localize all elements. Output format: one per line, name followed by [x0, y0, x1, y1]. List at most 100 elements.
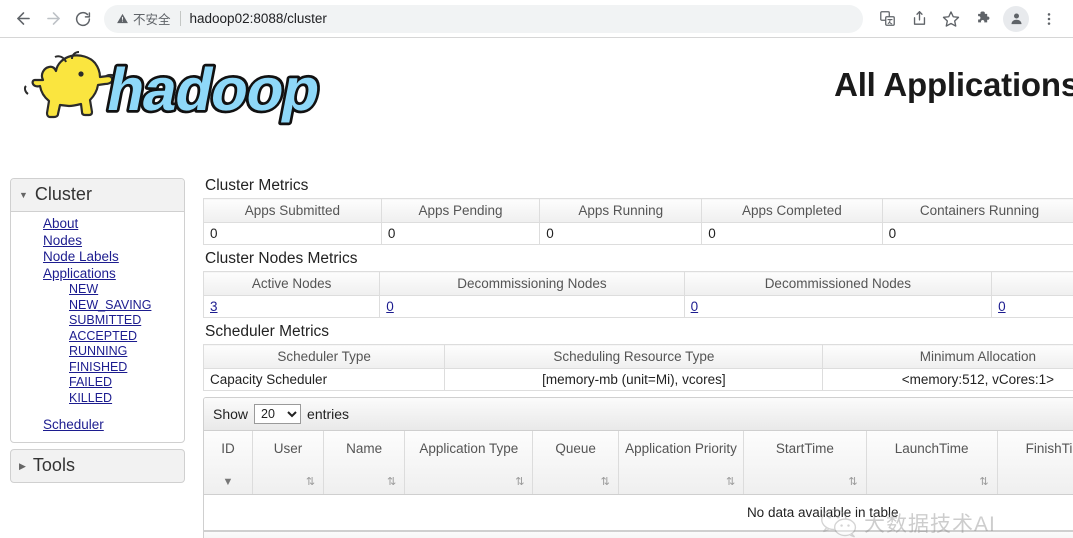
applications-table-block: Show 20 50 100 entries ID ▼ User ⇅ Name ⇅	[203, 397, 1073, 538]
back-arrow-icon[interactable]	[8, 4, 38, 34]
decommissioned-nodes-link[interactable]: 0	[691, 299, 699, 314]
sidebar-cluster-links: About Nodes Node Labels Applications NEW…	[11, 212, 184, 442]
profile-avatar-icon[interactable]	[1003, 6, 1029, 32]
entries-label: entries	[307, 406, 349, 422]
sidebar-item-finished[interactable]: FINISHED	[11, 360, 184, 376]
cell-decommissioning-nodes: 0	[380, 296, 684, 318]
col-application-type[interactable]: Application Type ⇅	[405, 431, 533, 495]
cluster-metrics-table: Apps Submitted Apps Pending Apps Running…	[203, 198, 1073, 245]
reload-icon[interactable]	[68, 4, 98, 34]
cluster-metrics-title: Cluster Metrics	[205, 176, 1073, 196]
table-header-row: Apps Submitted Apps Pending Apps Running…	[204, 199, 1073, 223]
browser-actions	[871, 5, 1065, 33]
hadoop-logo[interactable]: hadoop	[10, 40, 330, 132]
sidebar-item-applications[interactable]: Applications	[11, 266, 184, 283]
applications-table: ID ▼ User ⇅ Name ⇅ Application Type ⇅ Queue⇅…	[204, 431, 1073, 531]
sidebar-section-cluster: ▼ Cluster About Nodes Node Labels Applic…	[10, 178, 185, 443]
table-empty-row: No data available in table	[204, 495, 1073, 531]
cell-apps-completed: 0	[702, 223, 882, 245]
empty-message: No data available in table	[204, 495, 1073, 531]
star-icon[interactable]	[937, 5, 965, 33]
sidebar-section-cluster-header[interactable]: ▼ Cluster	[11, 179, 184, 212]
cell-lost-nodes: 0	[992, 296, 1073, 318]
omnibox-divider	[180, 11, 181, 26]
sidebar-item-killed[interactable]: KILLED	[11, 391, 184, 407]
security-status-chip[interactable]: 不安全	[116, 9, 171, 28]
sort-desc-icon: ▼	[223, 477, 234, 488]
col-apps-submitted: Apps Submitted	[204, 199, 382, 223]
sort-both-icon: ⇅	[306, 477, 315, 488]
sidebar-item-running[interactable]: RUNNING	[11, 344, 184, 360]
sidebar-item-failed[interactable]: FAILED	[11, 375, 184, 391]
cell-active-nodes: 3	[204, 296, 380, 318]
table-header-row: Active Nodes Decommissioning Nodes Decom…	[204, 272, 1073, 296]
col-name[interactable]: Name ⇅	[324, 431, 405, 495]
browser-toolbar: 不安全 hadoop02:8088/cluster	[0, 0, 1073, 38]
cell-apps-running: 0	[540, 223, 702, 245]
sidebar-item-new-saving[interactable]: NEW_SAVING	[11, 298, 184, 314]
col-decommissioned-nodes: Decommissioned Nodes	[684, 272, 991, 296]
cell-containers-running: 0	[882, 223, 1073, 245]
sidebar-item-submitted[interactable]: SUBMITTED	[11, 313, 184, 329]
three-dot-menu-icon[interactable]	[1035, 5, 1063, 33]
col-apps-pending: Apps Pending	[381, 199, 539, 223]
col-scheduling-resource-type: Scheduling Resource Type	[445, 345, 823, 369]
sidebar-item-about[interactable]: About	[11, 216, 184, 233]
forward-arrow-icon[interactable]	[38, 4, 68, 34]
table-row: 3 0 0 0 0	[204, 296, 1073, 318]
sidebar-item-scheduler[interactable]: Scheduler	[11, 417, 184, 434]
col-application-priority-label: Application Priority	[625, 441, 737, 456]
sort-both-icon: ⇅	[515, 477, 524, 488]
col-finishtime-label: FinishTime	[1026, 441, 1073, 456]
sidebar: ▼ Cluster About Nodes Node Labels Applic…	[10, 178, 185, 483]
show-label: Show	[213, 406, 248, 422]
col-starttime[interactable]: StartTime ⇅	[744, 431, 866, 495]
col-user[interactable]: User ⇅	[252, 431, 323, 495]
active-nodes-link[interactable]: 3	[210, 299, 218, 314]
table-row: Capacity Scheduler [memory-mb (unit=Mi),…	[204, 369, 1073, 391]
entries-per-page-select[interactable]: 20 50 100	[254, 404, 301, 424]
col-containers-running: Containers Running	[882, 199, 1073, 223]
sidebar-item-new[interactable]: NEW	[11, 282, 184, 298]
sidebar-item-nodes[interactable]: Nodes	[11, 233, 184, 250]
share-icon[interactable]	[905, 5, 933, 33]
puzzle-icon[interactable]	[969, 5, 997, 33]
translate-icon[interactable]	[873, 5, 901, 33]
hadoop-wordmark: hadoop	[102, 56, 326, 123]
scheduler-metrics-table: Scheduler Type Scheduling Resource Type …	[203, 344, 1073, 391]
col-lost-nodes: Lost Nodes	[992, 272, 1073, 296]
decommissioning-nodes-link[interactable]: 0	[386, 299, 394, 314]
sidebar-item-accepted[interactable]: ACCEPTED	[11, 329, 184, 345]
col-user-label: User	[274, 441, 303, 456]
col-application-priority[interactable]: Application Priority ⇅	[618, 431, 743, 495]
col-launchtime[interactable]: LaunchTime⇅	[866, 431, 997, 495]
sort-both-icon: ⇅	[848, 477, 857, 488]
sort-both-icon: ⇅	[387, 477, 396, 488]
col-queue[interactable]: Queue⇅	[533, 431, 618, 495]
col-name-label: Name	[346, 441, 382, 456]
cell-apps-pending: 0	[381, 223, 539, 245]
col-apps-running: Apps Running	[540, 199, 702, 223]
scheduler-metrics-title: Scheduler Metrics	[205, 322, 1073, 342]
main-content: Cluster Metrics Apps Submitted Apps Pend…	[203, 176, 1073, 538]
col-scheduler-type: Scheduler Type	[204, 345, 445, 369]
cell-scheduling-resource-type: [memory-mb (unit=Mi), vcores]	[445, 369, 823, 391]
address-bar[interactable]: 不安全 hadoop02:8088/cluster	[104, 5, 863, 33]
table-info: Showing 0 to 0 of 0 entries	[204, 531, 1073, 538]
sort-both-icon: ⇅	[726, 477, 735, 488]
cell-decommissioned-nodes: 0	[684, 296, 991, 318]
sidebar-item-node-labels[interactable]: Node Labels	[11, 249, 184, 266]
col-id[interactable]: ID ▼	[204, 431, 252, 495]
sidebar-section-cluster-label: Cluster	[35, 184, 92, 205]
warning-triangle-icon	[116, 12, 129, 25]
sort-both-icon: ⇅	[601, 477, 610, 488]
col-application-type-label: Application Type	[419, 441, 518, 456]
sidebar-section-tools[interactable]: ▶ Tools	[10, 449, 185, 483]
table-row: 0 0 0 0 0 0 B 24 GB	[204, 223, 1073, 245]
col-starttime-label: StartTime	[776, 441, 834, 456]
lost-nodes-link[interactable]: 0	[998, 299, 1006, 314]
col-decommissioning-nodes: Decommissioning Nodes	[380, 272, 684, 296]
cell-minimum-allocation: <memory:512, vCores:1>	[823, 369, 1073, 391]
col-id-label: ID	[221, 441, 235, 456]
col-finishtime[interactable]: FinishTime⇅	[997, 431, 1073, 495]
